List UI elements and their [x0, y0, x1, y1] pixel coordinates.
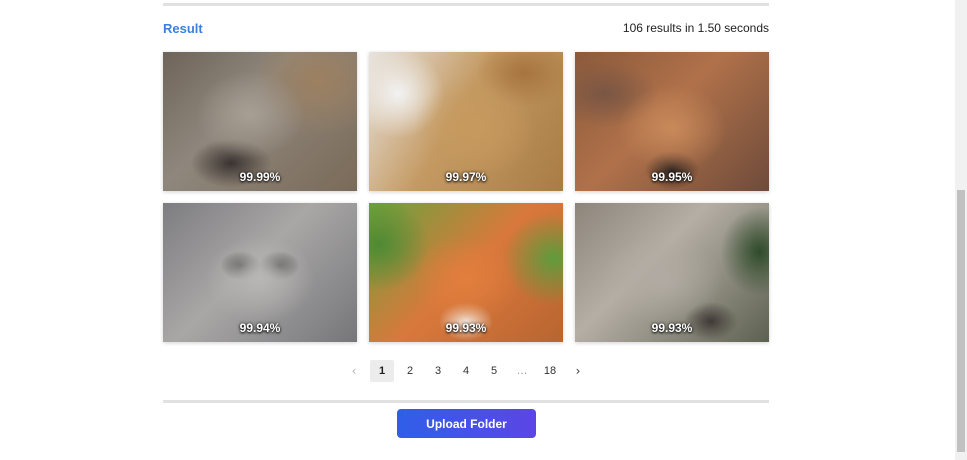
next-page-button[interactable]: ›	[566, 360, 590, 382]
page-1-button[interactable]: 1	[370, 360, 394, 382]
top-divider	[163, 3, 769, 6]
pagination: ‹ 1 2 3 4 5 … 18 ›	[163, 360, 769, 382]
similarity-score: 99.97%	[445, 170, 487, 184]
prev-page-button[interactable]: ‹	[342, 360, 366, 382]
pagination-ellipsis: …	[516, 365, 528, 377]
chevron-right-icon: ›	[575, 364, 581, 378]
result-card[interactable]: 99.95%	[575, 52, 769, 191]
results-grid: 99.99% 99.97% 99.95% 99.94% 99.93% 99.93…	[163, 52, 769, 342]
result-card[interactable]: 99.99%	[163, 52, 357, 191]
similarity-score: 99.94%	[239, 321, 281, 335]
result-card[interactable]: 99.93%	[575, 203, 769, 342]
results-title: Result	[163, 21, 203, 36]
upload-folder-button[interactable]: Upload Folder	[397, 409, 536, 438]
results-summary: 106 results in 1.50 seconds	[622, 21, 769, 35]
results-page: Result 106 results in 1.50 seconds 99.99…	[0, 0, 967, 460]
similarity-score: 99.99%	[239, 170, 281, 184]
result-card[interactable]: 99.93%	[369, 203, 563, 342]
page-5-button[interactable]: 5	[482, 360, 506, 382]
bottom-divider	[163, 400, 769, 403]
similarity-score: 99.93%	[445, 321, 487, 335]
chevron-left-icon: ‹	[351, 364, 357, 378]
result-card[interactable]: 99.97%	[369, 52, 563, 191]
page-3-button[interactable]: 3	[426, 360, 450, 382]
page-18-button[interactable]: 18	[538, 360, 562, 382]
similarity-score: 99.93%	[651, 321, 693, 335]
page-4-button[interactable]: 4	[454, 360, 478, 382]
similarity-score: 99.95%	[651, 170, 693, 184]
page-2-button[interactable]: 2	[398, 360, 422, 382]
result-card[interactable]: 99.94%	[163, 203, 357, 342]
scrollbar-thumb[interactable]	[957, 190, 965, 452]
